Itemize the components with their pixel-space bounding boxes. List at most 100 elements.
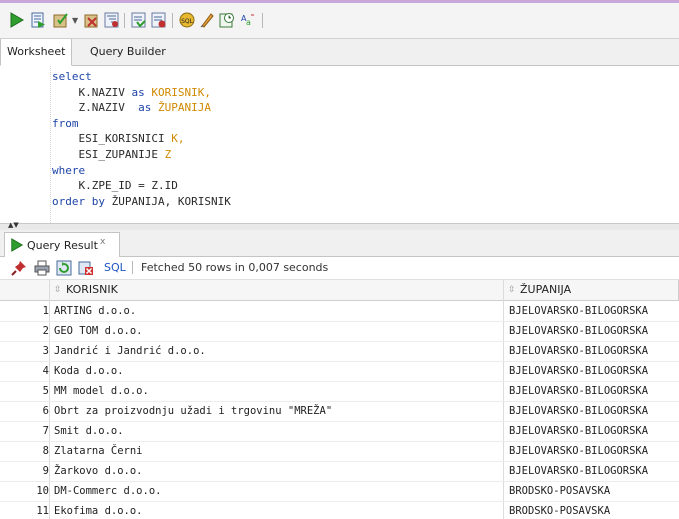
editor-gutter (0, 66, 51, 223)
sort-icon[interactable]: ⇳ (54, 280, 62, 300)
commit-icon[interactable] (53, 12, 69, 28)
unshared-sql-icon[interactable]: SQL (179, 12, 195, 28)
table-row[interactable]: 7 Smit d.o.o. BJELOVARSKO-BILOGORSKA (0, 421, 679, 442)
sql-keyword: where (52, 163, 86, 177)
row-number: 2 (42, 325, 49, 337)
table-row[interactable]: 3 Jandrić i Jandrić d.o.o. BJELOVARSKO-BIL… (0, 341, 679, 362)
svg-text:SQL: SQL (181, 18, 194, 25)
cell-korisnik[interactable]: MM model d.o.o. (54, 381, 149, 401)
table-row[interactable]: 6 Obrt za proizvodnju užadi i trgovinu "M… (0, 401, 679, 422)
sql-code[interactable]: select K.NAZIV as KORISNIK, Z.NAZIV as Ž… (52, 69, 231, 209)
table-row[interactable]: 5 MM model d.o.o. BJELOVARSKO-BILOGORSKA (0, 381, 679, 402)
table-row[interactable]: 10 DM-Commerc d.o.o. BRODSKO-POSAVSKA (0, 481, 679, 502)
row-number: 10 (36, 485, 49, 497)
history-icon[interactable] (219, 12, 235, 28)
run-result-icon (11, 238, 24, 252)
sql-order-columns: ŽUPANIJA, KORISNIK (111, 194, 231, 208)
rollback-icon[interactable] (84, 12, 100, 28)
tab-worksheet[interactable]: Worksheet (0, 39, 73, 66)
run-script-icon[interactable] (30, 12, 46, 28)
worksheet-toolbar: ▼ SQL Aa (0, 3, 679, 39)
autotrace-icon[interactable] (131, 12, 147, 28)
toolbar-separator (262, 13, 263, 28)
table-row[interactable]: 1 ARTING d.o.o. BJELOVARSKO-BILOGORSKA (0, 301, 679, 322)
print-icon[interactable] (34, 260, 50, 276)
pin-icon[interactable] (11, 260, 27, 276)
cell-zupanija[interactable]: BJELOVARSKO-BILOGORSKA (509, 301, 648, 321)
cell-zupanija[interactable]: BRODSKO-POSAVSKA (509, 481, 610, 501)
cell-zupanija[interactable]: BJELOVARSKO-BILOGORSKA (509, 441, 648, 461)
cancel-query-icon[interactable] (78, 260, 94, 276)
row-number: 4 (42, 365, 49, 377)
column-header-label: ŽUPANIJA (520, 283, 572, 296)
toolbar-separator (132, 261, 133, 274)
row-number: 3 (42, 345, 49, 357)
column-header-label: KORISNIK (66, 283, 118, 296)
cell-zupanija[interactable]: BJELOVARSKO-BILOGORSKA (509, 381, 648, 401)
column-header-zupanija[interactable]: ⇳ ŽUPANIJA (504, 280, 679, 300)
table-row[interactable]: 9 Žarkovo d.o.o. BJELOVARSKO-BILOGORSKA (0, 461, 679, 482)
sql-alias: Z (164, 147, 172, 161)
cell-zupanija[interactable]: BJELOVARSKO-BILOGORSKA (509, 321, 648, 341)
cell-korisnik[interactable]: Obrt za proizvodnju užadi i trgovinu "MR… (54, 401, 332, 421)
cell-korisnik[interactable]: Ekofima d.o.o. (54, 501, 143, 519)
row-number: 7 (42, 425, 49, 437)
sql-editor[interactable]: select K.NAZIV as KORISNIK, Z.NAZIV as Ž… (0, 66, 679, 223)
cell-korisnik[interactable]: GEO TOM d.o.o. (54, 321, 143, 341)
cell-zupanija[interactable]: BJELOVARSKO-BILOGORSKA (509, 461, 648, 481)
sql-column: K.NAZIV (78, 85, 125, 99)
cell-korisnik[interactable]: Smit d.o.o. (54, 421, 124, 441)
sql-alias: KORISNIK, (151, 85, 211, 99)
result-grid[interactable]: ⇳ KORISNIK ⇳ ŽUPANIJA 1 ARTING d.o.o. BJEL… (0, 280, 679, 519)
table-row[interactable]: 8 Zlatarna Černi BJELOVARSKO-BILOGORSKA (0, 441, 679, 462)
cell-korisnik[interactable]: DM-Commerc d.o.o. (54, 481, 161, 501)
cell-korisnik[interactable]: Koda d.o.o. (54, 361, 124, 381)
clear-icon[interactable] (199, 12, 215, 28)
sql-alias: K, (171, 132, 185, 146)
sql-keyword: as (138, 101, 152, 115)
row-number: 9 (42, 465, 49, 477)
sql-keyword: as (131, 85, 145, 99)
table-row[interactable]: 4 Koda d.o.o. BJELOVARSKO-BILOGORSKA (0, 361, 679, 382)
row-number: 1 (42, 305, 49, 317)
result-tabbar: Query Result x (0, 230, 679, 257)
sql-condition: K.ZPE_ID = Z.ID (78, 179, 178, 193)
result-toolbar: SQL Fetched 50 rows in 0,007 seconds (0, 257, 679, 280)
cell-zupanija[interactable]: BJELOVARSKO-BILOGORSKA (509, 401, 648, 421)
format-icon[interactable]: Aa (240, 12, 256, 28)
run-statement-icon[interactable] (9, 12, 25, 28)
sql-alias: ŽUPANIJA (157, 101, 211, 115)
sql-column: Z.NAZIV (78, 101, 125, 115)
tab-query-builder[interactable]: Query Builder (84, 39, 172, 65)
splitter-arrows-icon[interactable]: ▲▼ (8, 222, 19, 229)
tab-query-result[interactable]: Query Result x (4, 232, 120, 257)
cell-zupanija[interactable]: BJELOVARSKO-BILOGORSKA (509, 341, 648, 361)
cell-zupanija[interactable]: BJELOVARSKO-BILOGORSKA (509, 421, 648, 441)
editor-tabbar: Worksheet Query Builder (0, 39, 679, 66)
column-header-korisnik[interactable]: ⇳ KORISNIK (50, 280, 504, 300)
cell-korisnik[interactable]: Zlatarna Černi (54, 441, 143, 461)
dropdown-icon[interactable]: ▼ (72, 16, 78, 25)
cell-korisnik[interactable]: Žarkovo d.o.o. (54, 461, 143, 481)
table-row[interactable]: 11 Ekofima d.o.o. BRODSKO-POSAVSKA (0, 501, 679, 519)
sort-icon[interactable]: ⇳ (508, 280, 516, 300)
cell-korisnik[interactable]: Jandrić i Jandrić d.o.o. (54, 341, 206, 361)
explain-plan-icon[interactable] (104, 12, 120, 28)
cell-zupanija[interactable]: BRODSKO-POSAVSKA (509, 501, 610, 519)
row-number: 11 (36, 505, 49, 517)
row-number-header (0, 280, 50, 300)
sql-link[interactable]: SQL (104, 261, 126, 274)
toolbar-separator (172, 13, 173, 28)
cell-korisnik[interactable]: ARTING d.o.o. (54, 301, 136, 321)
table-row[interactable]: 2 GEO TOM d.o.o. BJELOVARSKO-BILOGORSKA (0, 321, 679, 342)
fetch-status: Fetched 50 rows in 0,007 seconds (141, 261, 329, 274)
refresh-icon[interactable] (56, 260, 72, 276)
cell-zupanija[interactable]: BJELOVARSKO-BILOGORSKA (509, 361, 648, 381)
row-number: 6 (42, 405, 49, 417)
sql-tuning-icon[interactable] (151, 12, 167, 28)
close-icon[interactable]: x (100, 237, 105, 247)
sql-keyword: select (52, 70, 92, 83)
row-number: 5 (42, 385, 49, 397)
sql-keyword: order by (52, 194, 105, 208)
row-number: 8 (42, 445, 49, 457)
